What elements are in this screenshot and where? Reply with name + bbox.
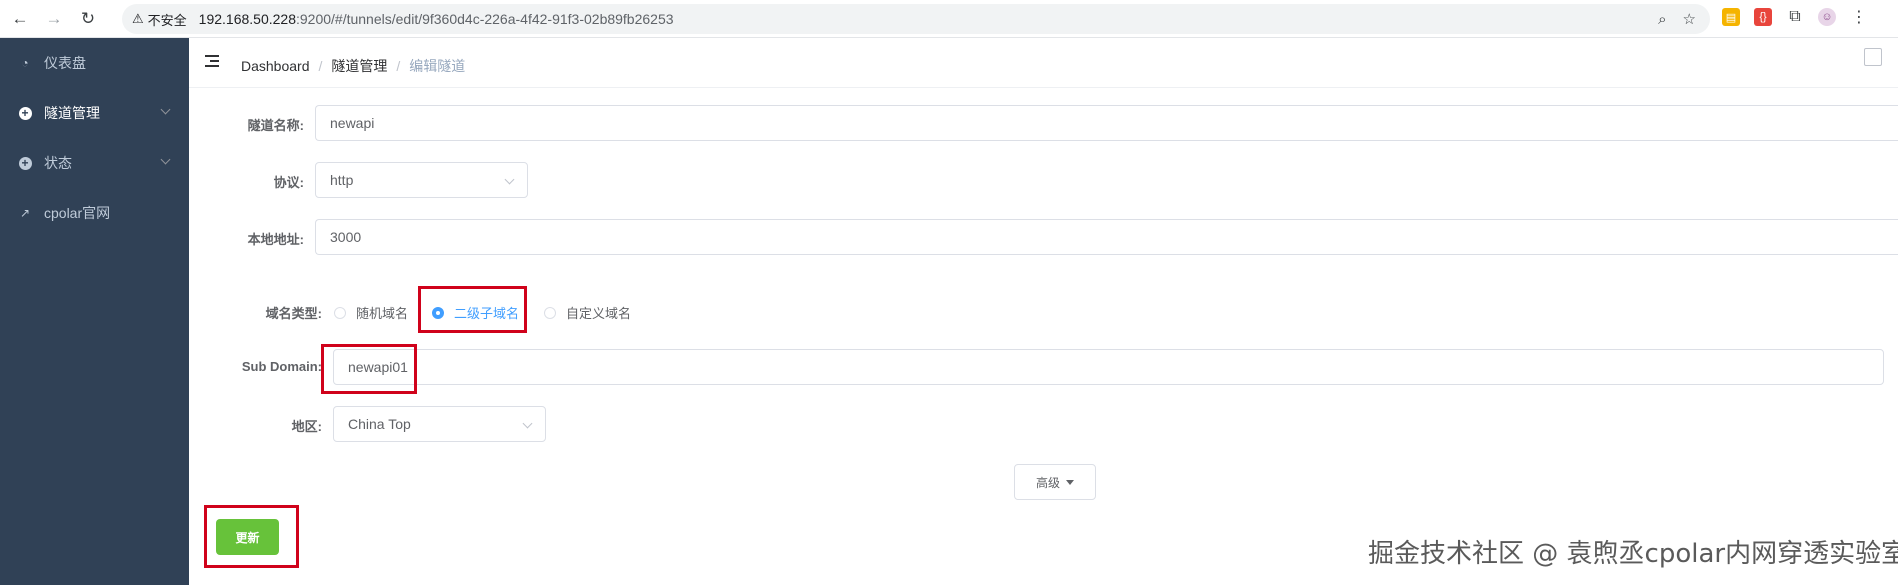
region-value: China Top bbox=[348, 416, 411, 432]
subdomain-input[interactable]: newapi01 bbox=[333, 349, 1884, 385]
sidebar-item-label: cpolar官网 bbox=[44, 205, 111, 221]
protocol-label: 协议: bbox=[273, 175, 304, 190]
forward-icon[interactable]: → bbox=[40, 5, 68, 33]
radio-label: 自定义域名 bbox=[566, 306, 632, 321]
plus-circle-icon: + bbox=[18, 156, 32, 170]
protocol-value: http bbox=[330, 172, 354, 188]
sidebar-item-status[interactable]: + 状态 bbox=[0, 138, 189, 188]
breadcrumb-separator: / bbox=[396, 58, 401, 74]
radio-circle bbox=[544, 306, 556, 319]
breadcrumb-dashboard[interactable]: Dashboard bbox=[241, 58, 310, 74]
chevron-down-icon bbox=[160, 104, 171, 115]
hamburger-icon[interactable] bbox=[205, 55, 221, 69]
radio-label: 随机域名 bbox=[356, 306, 409, 321]
local-address-label: 本地地址: bbox=[247, 232, 304, 247]
extensions-puzzle-icon[interactable]: ⧉ bbox=[1786, 8, 1804, 26]
zoom-icon[interactable]: ⌕ bbox=[1658, 11, 1666, 28]
bookmark-star-icon[interactable]: ☆ bbox=[1683, 10, 1696, 28]
chevron-down-icon bbox=[522, 418, 533, 429]
radio-custom-domain[interactable]: 自定义域名 bbox=[544, 303, 631, 322]
subdomain-label: Sub Domain: bbox=[241, 359, 322, 374]
url-text[interactable]: 192.168.50.228:9200/#/tunnels/edit/9f360… bbox=[199, 11, 674, 27]
radio-circle bbox=[334, 306, 346, 319]
highlight-box bbox=[204, 505, 299, 568]
back-icon[interactable]: ← bbox=[6, 5, 34, 33]
advanced-label: 高级 bbox=[1035, 475, 1060, 490]
menu-kebab-icon[interactable]: ⋮ bbox=[1850, 8, 1868, 26]
plus-circle-icon: + bbox=[18, 106, 32, 120]
tunnel-name-label: 隧道名称: bbox=[247, 118, 304, 133]
protocol-select[interactable]: http bbox=[315, 162, 528, 198]
extension-notes-icon[interactable]: ▤ bbox=[1722, 8, 1740, 26]
extension-json-icon[interactable]: {} bbox=[1754, 8, 1772, 26]
sidebar-item-tunnels[interactable]: + 隧道管理 bbox=[0, 88, 189, 138]
highlight-box bbox=[418, 286, 527, 333]
region-label: 地区: bbox=[291, 419, 322, 434]
region-select[interactable]: China Top bbox=[333, 406, 546, 442]
external-link-icon: ↗ bbox=[19, 206, 31, 220]
url-path: :9200/#/tunnels/edit/9f360d4c-226a-4f42-… bbox=[296, 11, 674, 27]
dashboard-icon: ◔ bbox=[21, 56, 29, 70]
breadcrumb-tunnels[interactable]: 隧道管理 bbox=[331, 56, 387, 76]
sidebar: ◔ 仪表盘 + 隧道管理 + 状态 ↗ cpolar官网 bbox=[0, 38, 189, 585]
security-label: 不安全 bbox=[147, 12, 187, 28]
breadcrumb: Dashboard / 隧道管理 / 编辑隧道 bbox=[241, 56, 465, 76]
sidebar-item-cpolar-site[interactable]: ↗ cpolar官网 bbox=[0, 188, 189, 238]
local-address-input[interactable]: 3000 bbox=[315, 219, 1898, 255]
tunnel-name-input[interactable]: newapi bbox=[315, 105, 1898, 141]
profile-avatar-icon[interactable]: ☺ bbox=[1818, 8, 1836, 26]
advanced-button[interactable]: 高级 bbox=[1014, 464, 1096, 500]
security-indicator[interactable]: ⚠ 不安全 bbox=[132, 10, 187, 29]
reload-icon[interactable]: ↻ bbox=[74, 5, 102, 33]
user-avatar[interactable] bbox=[1864, 48, 1882, 66]
main-header: Dashboard / 隧道管理 / 编辑隧道 bbox=[189, 38, 1898, 88]
radio-random-domain[interactable]: 随机域名 bbox=[334, 303, 408, 322]
address-bar[interactable]: ⚠ 不安全 192.168.50.228:9200/#/tunnels/edit… bbox=[122, 4, 1710, 34]
watermark: 掘金技术社区 @ 袁煦丞cpolar内网穿透实验室 bbox=[1368, 539, 1898, 569]
domain-type-label: 域名类型: bbox=[265, 306, 322, 321]
browser-toolbar: ← → ↻ ⚠ 不安全 192.168.50.228:9200/#/tunnel… bbox=[0, 0, 1898, 38]
breadcrumb-current: 编辑隧道 bbox=[409, 58, 466, 74]
sidebar-item-dashboard[interactable]: ◔ 仪表盘 bbox=[0, 38, 189, 88]
url-host: 192.168.50.228 bbox=[198, 11, 296, 27]
breadcrumb-separator: / bbox=[318, 58, 323, 74]
sidebar-item-label: 仪表盘 bbox=[44, 55, 86, 71]
highlight-box bbox=[321, 344, 417, 394]
caret-down-icon bbox=[1066, 479, 1074, 485]
chevron-down-icon bbox=[504, 174, 515, 185]
sidebar-item-label: 状态 bbox=[44, 155, 72, 171]
sidebar-item-label: 隧道管理 bbox=[44, 105, 100, 121]
chevron-down-icon bbox=[160, 154, 171, 165]
warning-icon: ⚠ bbox=[132, 11, 144, 26]
